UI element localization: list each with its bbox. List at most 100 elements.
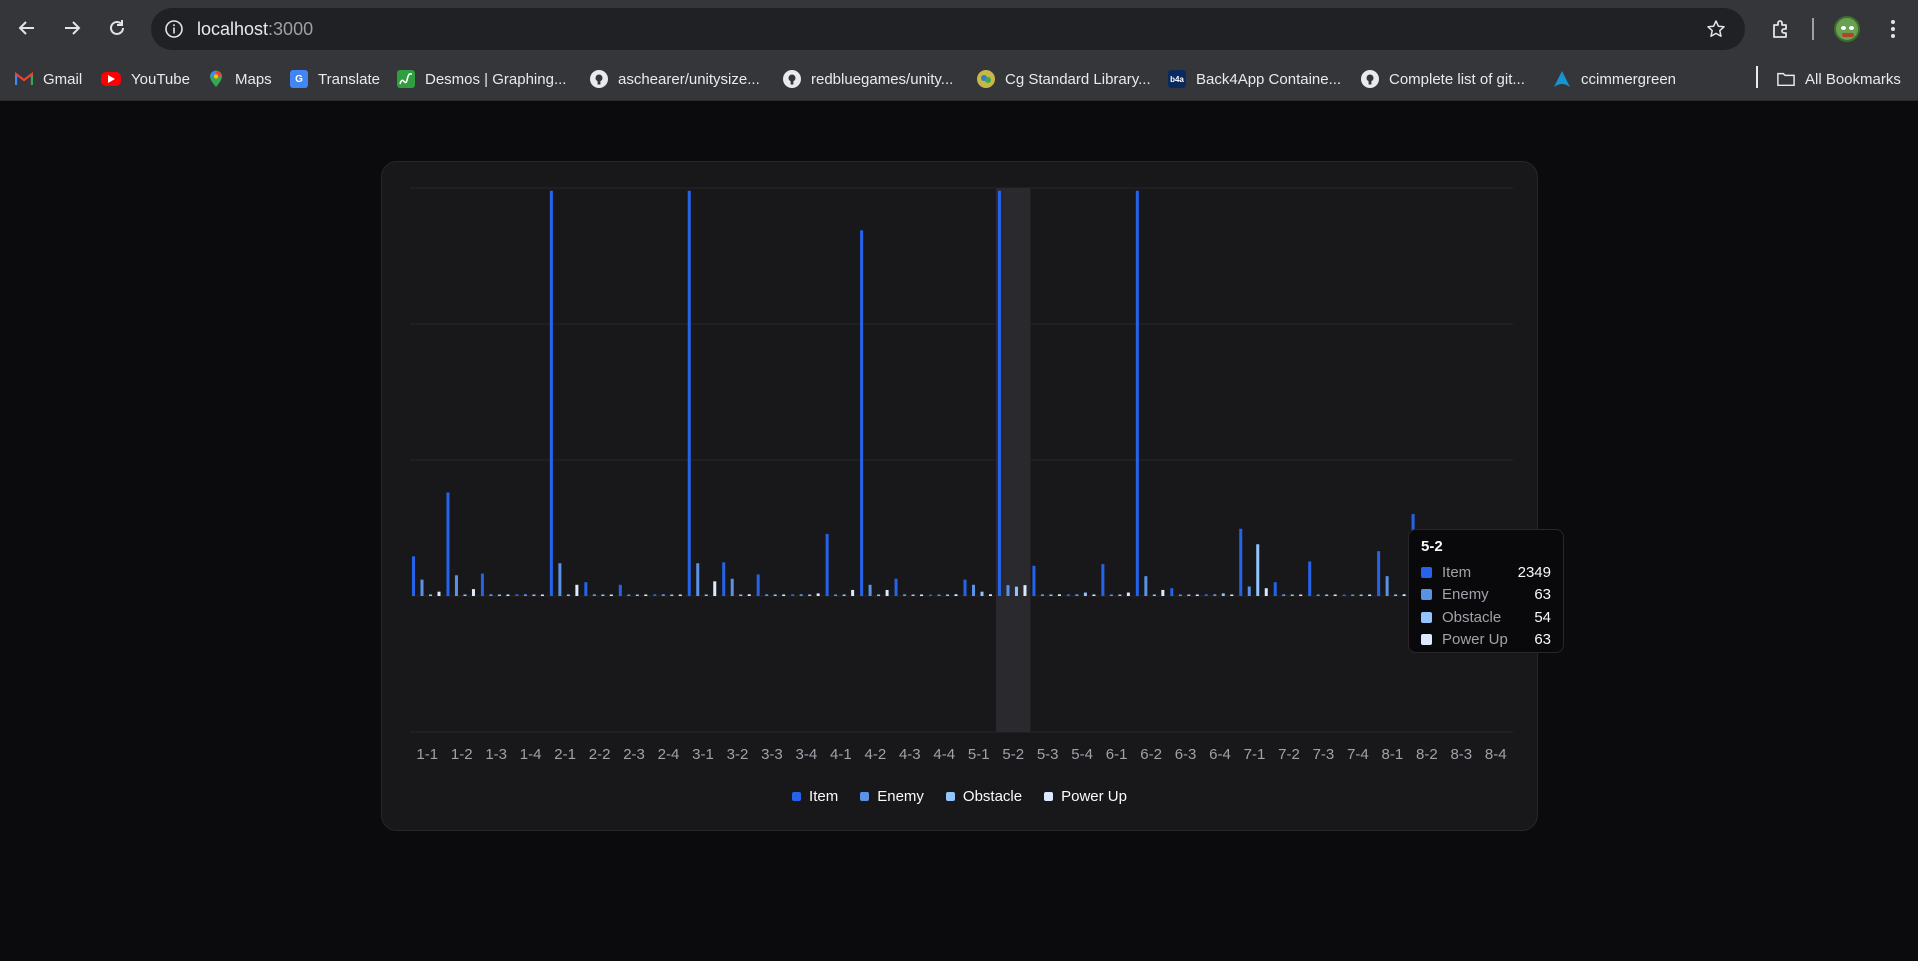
bookmark-star-icon[interactable] [1703, 16, 1729, 42]
bar-item [549, 190, 553, 597]
x-tick-label: 2-4 [658, 746, 680, 763]
bar-obstacle [808, 594, 812, 596]
bar-item [1135, 190, 1139, 597]
x-tick-label: 7-4 [1347, 746, 1369, 763]
x-tick-label: 1-3 [485, 746, 507, 763]
swatch-power-up [1421, 634, 1432, 646]
bar-enemy [1316, 594, 1320, 596]
url-text[interactable]: localhost:3000 [197, 19, 313, 40]
bookmark-gmail[interactable]: Gmail [15, 67, 82, 91]
x-tick-label: 3-1 [692, 746, 714, 763]
bookmark-maps[interactable]: Maps [207, 67, 272, 91]
bar-enemy [489, 594, 493, 596]
tooltip-row-enemy: Enemy 63 [1421, 584, 1551, 607]
x-tick-label: 2-1 [554, 746, 576, 763]
bar-obstacle [497, 594, 501, 596]
bookmark-ccimmergreen[interactable]: ccimmergreen [1553, 67, 1676, 91]
bar-obstacle [1325, 594, 1329, 596]
bar-obstacle [1014, 586, 1018, 596]
bar-enemy [523, 594, 527, 596]
bookmark-desmos[interactable]: Desmos | Graphing... [397, 67, 566, 91]
swatch-item [1421, 566, 1432, 578]
bar-enemy [1385, 576, 1389, 596]
bar-power-up [885, 589, 889, 596]
bar-enemy [1006, 585, 1010, 596]
bookmark-github-unitysize[interactable]: aschearer/unitysize... [590, 67, 760, 91]
bookmark-label: Back4App Containe... [1196, 70, 1342, 88]
address-bar[interactable]: localhost:3000 [151, 8, 1745, 50]
bar-power-up [1161, 589, 1165, 596]
bar-power-up [437, 591, 441, 596]
profile-avatar[interactable] [1830, 12, 1864, 46]
arch-icon [1553, 70, 1571, 88]
x-tick-label: 1-2 [451, 746, 473, 763]
legend-enemy[interactable]: Enemy [860, 788, 924, 805]
bar-enemy [1040, 594, 1044, 596]
x-tick-label: 7-3 [1313, 746, 1335, 763]
bar-power-up [575, 584, 579, 596]
all-bookmarks-button[interactable]: All Bookmarks [1777, 67, 1901, 91]
bar-item [860, 230, 864, 597]
menu-kebab-icon[interactable] [1876, 12, 1910, 46]
bar-item [1066, 594, 1070, 596]
bar-power-up [540, 594, 544, 596]
chart-tooltip: 5-2 Item 2349 Enemy 63 Obstacle 54 Power… [1408, 529, 1564, 653]
bar-item [1308, 561, 1312, 596]
bar-enemy [558, 563, 562, 596]
bookmark-youtube[interactable]: YouTube [101, 67, 190, 91]
bookmark-github-redbluegames[interactable]: redbluegames/unity... [783, 67, 953, 91]
bar-power-up [782, 594, 786, 596]
x-tick-label: 8-4 [1485, 746, 1507, 763]
bar-power-up [1126, 592, 1130, 596]
bookmarks-divider [1756, 66, 1758, 88]
legend-swatch [860, 791, 870, 801]
legend-obstacle[interactable]: Obstacle [945, 788, 1022, 805]
bar-power-up [989, 594, 992, 596]
bar-item [894, 578, 898, 596]
bar-power-up [609, 594, 613, 596]
bar-obstacle [463, 594, 467, 596]
bar-obstacle [429, 594, 432, 596]
bar-chart: 1-1 1-2 1-3 1-4 2-1 2-2 2-3 2-4 3-1 3-2 3-3 3-4 4-1 4… [410, 187, 1513, 763]
x-tick-label: 4-2 [864, 746, 886, 763]
legend-swatch [1044, 791, 1054, 801]
legend-item[interactable]: Item [792, 788, 838, 805]
bar-obstacle [1359, 594, 1363, 596]
bookmark-label: Desmos | Graphing... [425, 70, 567, 88]
reload-icon[interactable] [99, 10, 135, 46]
hover-highlight [995, 188, 1031, 732]
bar-enemy [1247, 586, 1251, 596]
bookmark-label: redbluegames/unity... [811, 70, 954, 88]
bookmark-github-complete-list[interactable]: Complete list of git... [1361, 67, 1525, 91]
bar-item [446, 492, 450, 596]
bookmark-label: Maps [235, 70, 272, 88]
forward-icon[interactable] [54, 10, 90, 46]
bar-item [480, 573, 484, 596]
bookmark-cg-library[interactable]: Cg Standard Library... [977, 67, 1151, 91]
back-icon[interactable] [9, 10, 45, 46]
github-icon [590, 70, 608, 88]
bar-power-up [506, 594, 510, 596]
bar-item [825, 533, 829, 596]
x-tick-label: 5-4 [1071, 746, 1093, 763]
bar-obstacle [1118, 594, 1122, 596]
x-tick-label: 1-1 [416, 746, 438, 763]
x-tick-label: 3-4 [796, 746, 818, 763]
bar-enemy [903, 594, 907, 596]
x-tick-label: 6-1 [1106, 746, 1128, 763]
bookmark-translate[interactable]: G Translate [290, 67, 380, 91]
bar-power-up [471, 589, 475, 596]
legend-power-up[interactable]: Power Up [1044, 788, 1127, 805]
github-icon [1361, 70, 1379, 88]
site-info-icon[interactable] [161, 16, 187, 42]
tooltip-label: Obstacle [1442, 608, 1502, 626]
bar-obstacle [532, 594, 536, 596]
extensions-icon[interactable] [1764, 12, 1798, 46]
tooltip-row-power-up: Power Up 63 [1421, 629, 1551, 652]
x-tick-label: 5-3 [1037, 746, 1059, 763]
bookmark-back4app[interactable]: b4a Back4App Containe... [1168, 67, 1341, 91]
bar-enemy [730, 578, 734, 596]
bar-obstacle [1394, 594, 1398, 596]
bar-obstacle [773, 594, 777, 596]
bar-power-up [644, 594, 648, 596]
